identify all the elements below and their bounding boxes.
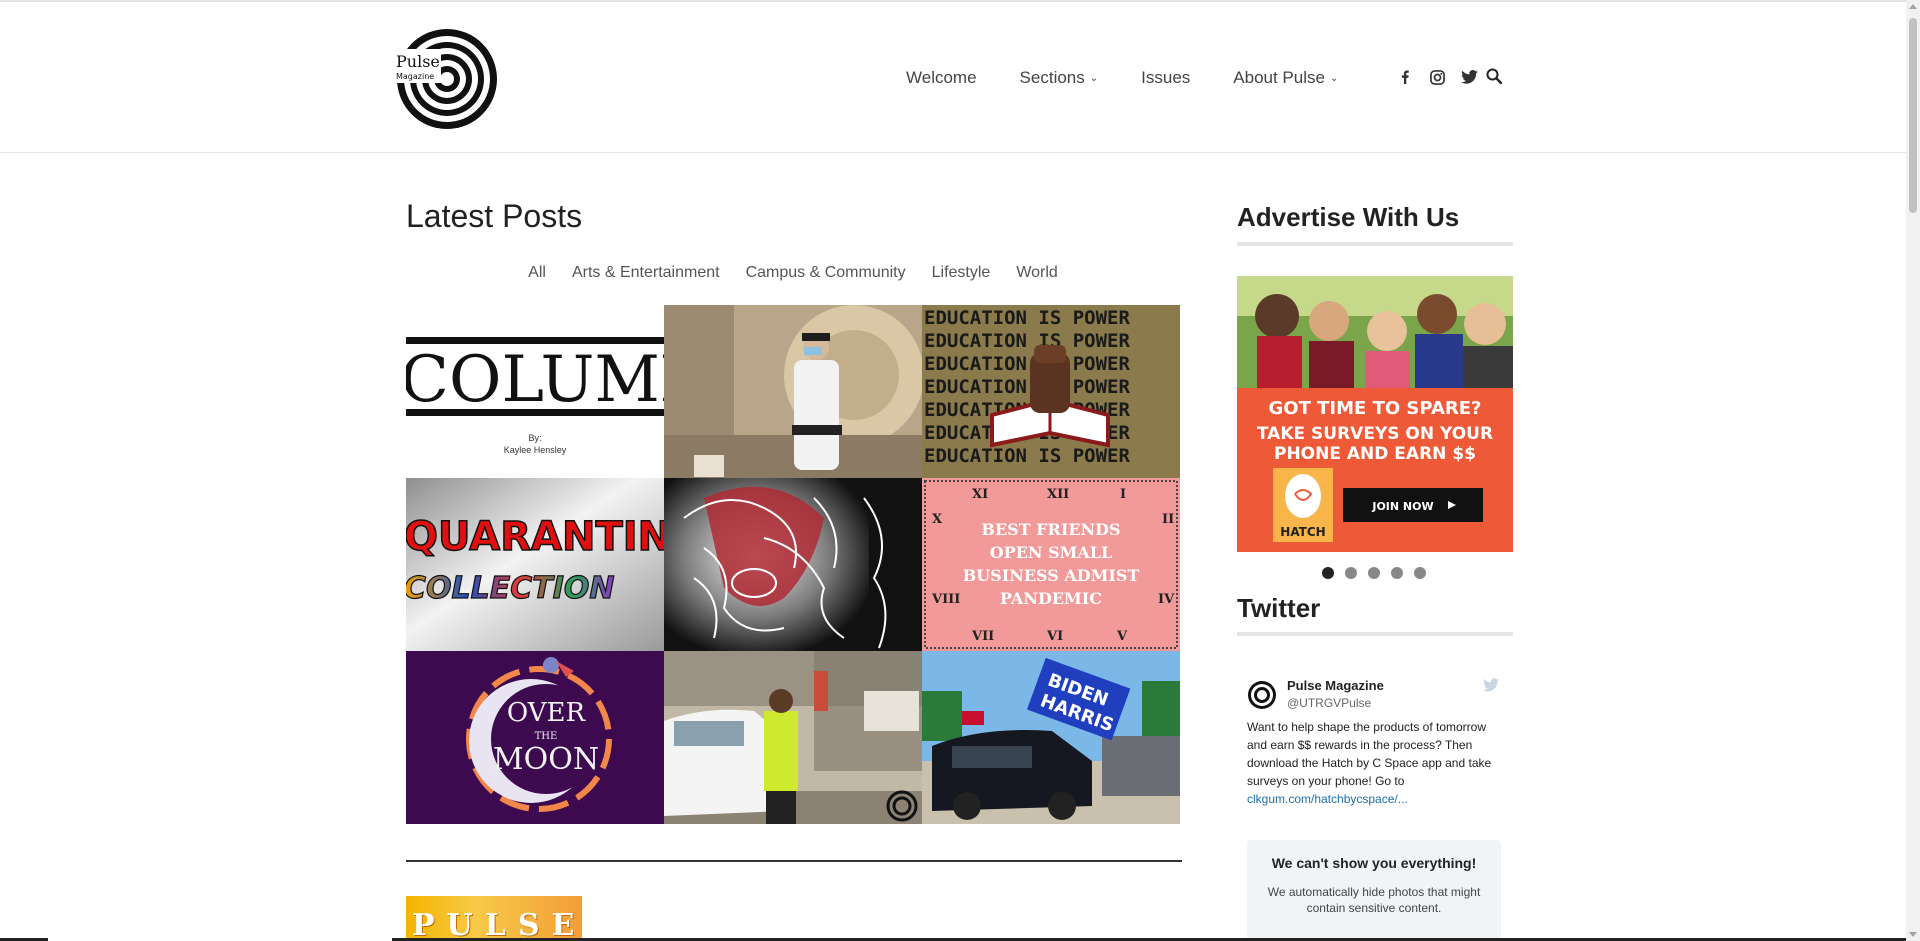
column-word: COLUMN bbox=[406, 343, 664, 417]
avatar[interactable] bbox=[1247, 680, 1277, 710]
pulse-logo[interactable]: Pulse Magazine bbox=[395, 27, 499, 131]
chevron-down-icon: ⌄ bbox=[1329, 72, 1339, 84]
education-line: EDUCATION IS POWER bbox=[924, 445, 1130, 467]
post-tile-best-friends[interactable]: XI XII I X II VIII IV VII VI V BEST FRIENDS OP… bbox=[922, 478, 1180, 651]
main-nav: Welcome Sections ⌄ Issues About Pulse ⌄ bbox=[906, 62, 1381, 94]
moon-line3: MOON bbox=[493, 742, 599, 777]
facebook-icon[interactable] bbox=[1396, 68, 1414, 86]
svg-text:I: I bbox=[1120, 487, 1126, 502]
section-divider bbox=[406, 860, 1182, 862]
post-tile-education[interactable]: EDUCATION IS POWER EDUCATION IS POWER ED… bbox=[922, 305, 1180, 478]
hatch-ad[interactable]: GOT TIME TO SPARE? TAKE SURVEYS ON YOUR … bbox=[1237, 276, 1513, 552]
post-tile-officer-photo[interactable] bbox=[664, 305, 922, 478]
twitter-icon[interactable] bbox=[1460, 68, 1478, 86]
post-tile-traffic-officer[interactable] bbox=[664, 651, 922, 824]
best-friends-line: OPEN SMALL bbox=[990, 543, 1113, 562]
education-line: EDUCATION IS POWER bbox=[924, 307, 1130, 329]
twitter-title: Twitter bbox=[1237, 593, 1321, 623]
svg-text:IV: IV bbox=[1158, 592, 1175, 607]
search-icon[interactable] bbox=[1486, 68, 1504, 86]
ad-headline2: TAKE SURVEYS ON YOUR bbox=[1257, 424, 1493, 444]
scroll-up-arrow-icon[interactable] bbox=[1909, 4, 1917, 9]
pulse-thumb-text: PULSE bbox=[412, 908, 582, 941]
twitter-rule bbox=[1237, 632, 1513, 636]
carousel-dot-2[interactable] bbox=[1345, 567, 1357, 579]
best-friends-line: BUSINESS ADMIST bbox=[963, 566, 1140, 585]
nav-about-pulse[interactable]: About Pulse ⌄ bbox=[1233, 68, 1338, 88]
post-tile-line-art[interactable] bbox=[664, 478, 922, 651]
svg-text:X: X bbox=[932, 512, 943, 527]
tweet-body: Want to help shape the products of tomor… bbox=[1247, 720, 1492, 788]
svg-text:VII: VII bbox=[971, 629, 994, 644]
carousel-dot-5[interactable] bbox=[1414, 567, 1426, 579]
twitter-bird-icon[interactable] bbox=[1483, 678, 1499, 692]
logo-text-magazine: Magazine bbox=[396, 72, 434, 81]
filter-world[interactable]: World bbox=[1016, 264, 1058, 282]
column-author: Kaylee Hensley bbox=[504, 445, 567, 455]
ad-headline1: GOT TIME TO SPARE? bbox=[1269, 398, 1482, 419]
post-tile-column[interactable]: COLUMN By: Kaylee Hensley bbox=[406, 305, 664, 478]
post-tile-biden-harris[interactable]: BIDEN HARRIS bbox=[922, 651, 1180, 824]
tweet-link[interactable]: clkgum.com/hatchbycspace/... bbox=[1247, 790, 1503, 808]
sensitive-body: We automatically hide photos that might … bbox=[1267, 885, 1481, 915]
post-thumb-pulse[interactable]: PULSE bbox=[406, 896, 582, 941]
svg-text:II: II bbox=[1162, 512, 1174, 527]
moon-line1: OVER bbox=[507, 698, 587, 728]
advertise-rule bbox=[1237, 242, 1513, 246]
column-by: By: bbox=[528, 433, 541, 443]
site-header: Pulse Magazine Welcome Sections ⌄ Issues … bbox=[0, 2, 1906, 153]
scroll-down-arrow-icon[interactable] bbox=[1909, 932, 1917, 937]
category-filters: All Arts & Entertainment Campus & Commun… bbox=[406, 264, 1180, 282]
filter-campus-community[interactable]: Campus & Community bbox=[746, 264, 906, 282]
sensitive-content-notice: We can't show you everything! We automat… bbox=[1247, 840, 1501, 941]
carousel-dot-3[interactable] bbox=[1368, 567, 1380, 579]
nav-issues[interactable]: Issues bbox=[1141, 68, 1190, 88]
logo-text-pulse: Pulse bbox=[396, 52, 440, 71]
carousel-dot-4[interactable] bbox=[1391, 567, 1403, 579]
education-line: EDUCATION IS POWER bbox=[924, 376, 1130, 398]
nav-issues-label: Issues bbox=[1141, 68, 1191, 87]
tweet-text: Want to help shape the products of tomor… bbox=[1247, 718, 1503, 808]
page-scrollbar[interactable] bbox=[1906, 0, 1920, 941]
svg-text:VI: VI bbox=[1046, 629, 1063, 644]
sensitive-heading: We can't show you everything! bbox=[1271, 855, 1477, 871]
filter-lifestyle[interactable]: Lifestyle bbox=[932, 264, 991, 282]
ad-join-button: JOIN NOW bbox=[1371, 500, 1433, 513]
nav-sections[interactable]: Sections ⌄ bbox=[1020, 68, 1099, 88]
posts-grid: COLUMN By: Kaylee Hensley EDUCATION IS P… bbox=[406, 305, 1180, 824]
svg-text:VIII: VIII bbox=[931, 592, 960, 607]
post-tile-over-the-moon[interactable]: OVER THE MOON bbox=[406, 651, 664, 824]
ad-headline3: PHONE AND EARN $$ bbox=[1274, 444, 1476, 464]
tweet-author-handle[interactable]: @UTRGVPulse bbox=[1287, 696, 1371, 710]
latest-posts-title: Latest Posts bbox=[406, 198, 583, 234]
carousel-dot-1[interactable] bbox=[1322, 567, 1334, 579]
nav-sections-label: Sections bbox=[1019, 68, 1085, 87]
filter-all[interactable]: All bbox=[528, 264, 546, 282]
scrollbar-thumb[interactable] bbox=[1909, 18, 1917, 213]
chevron-down-icon: ⌄ bbox=[1089, 72, 1099, 84]
nav-welcome[interactable]: Welcome bbox=[906, 68, 977, 88]
svg-text:XI: XI bbox=[972, 487, 988, 502]
social-links bbox=[1396, 68, 1478, 86]
ad-brand: HATCH bbox=[1280, 525, 1325, 539]
svg-text:XII: XII bbox=[1047, 487, 1069, 502]
tweet-author-name[interactable]: Pulse Magazine bbox=[1287, 678, 1384, 693]
nav-about-label: About Pulse bbox=[1233, 68, 1325, 87]
post-tile-quarantine[interactable]: QUARANTINE COLLECTION bbox=[406, 478, 664, 651]
svg-text:V: V bbox=[1116, 629, 1128, 644]
best-friends-line: PANDEMIC bbox=[1000, 589, 1102, 608]
nav-welcome-label: Welcome bbox=[906, 68, 977, 87]
quarantine-line1: QUARANTINE bbox=[406, 514, 664, 560]
quarantine-line2: COLLECTION bbox=[406, 571, 615, 606]
best-friends-line: BEST FRIENDS bbox=[981, 520, 1120, 539]
education-line: EDUCATION IS POWER bbox=[924, 353, 1130, 375]
advertise-title: Advertise With Us bbox=[1237, 202, 1460, 232]
moon-line2: THE bbox=[535, 731, 558, 742]
ad-carousel-dots bbox=[1322, 567, 1426, 579]
filter-arts-entertainment[interactable]: Arts & Entertainment bbox=[572, 264, 720, 282]
instagram-icon[interactable] bbox=[1428, 68, 1446, 86]
education-line: EDUCATION IS POWER bbox=[924, 330, 1130, 352]
